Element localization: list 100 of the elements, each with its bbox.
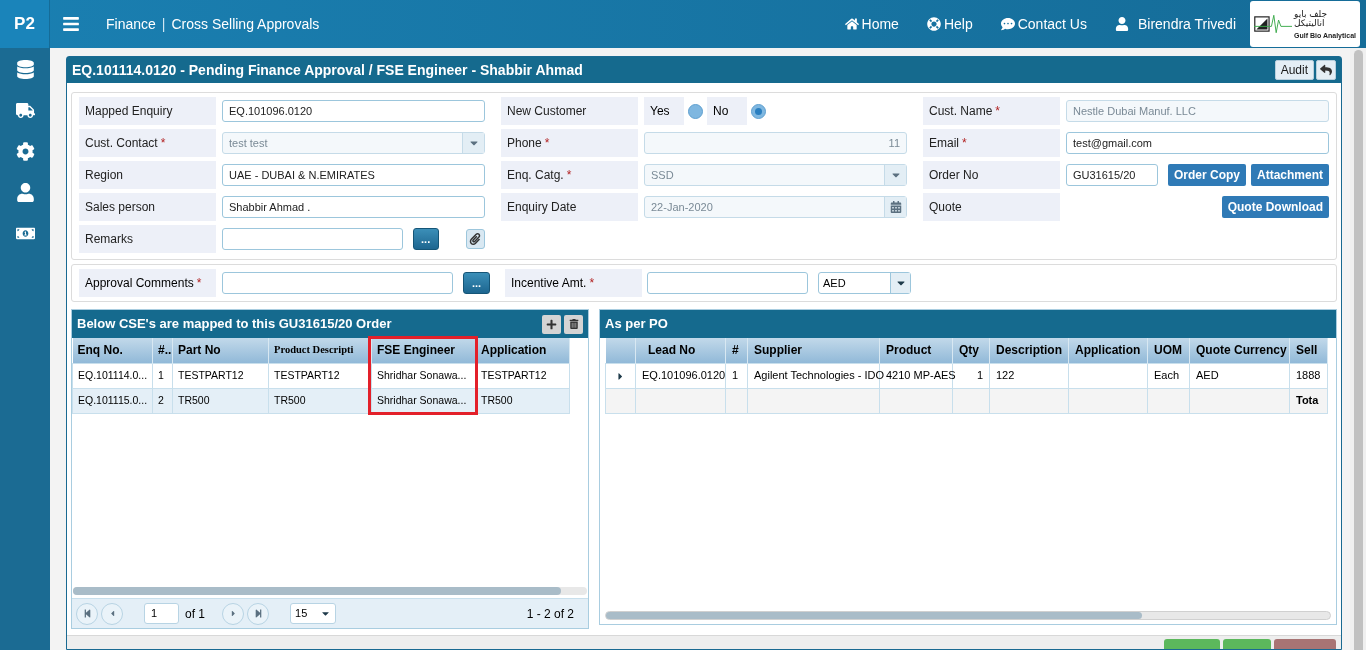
scrollbar[interactable]	[605, 611, 1331, 620]
page-scrollbar[interactable]	[1350, 48, 1366, 650]
more-button[interactable]: ...	[463, 272, 490, 294]
radio-button[interactable]	[688, 103, 703, 119]
field-label: Cust. Contact *	[79, 129, 216, 157]
action-button[interactable]: Quote Download	[1221, 196, 1329, 218]
brand-logo[interactable]: P2	[0, 0, 50, 48]
column-header[interactable]: Lead No	[635, 338, 726, 363]
audit-button[interactable]: Audit	[1274, 60, 1314, 80]
input-field[interactable]: Shabbir Ahmad .	[222, 196, 485, 218]
last-page-icon	[253, 609, 263, 618]
breadcrumb-separator: |	[161, 14, 166, 34]
column-header[interactable]: Qty	[952, 338, 990, 363]
field-label: New Customer	[501, 97, 638, 125]
table-cell: Shridhar Sonawa...	[371, 363, 476, 388]
table-cell: 1	[152, 363, 173, 388]
field-label: Enquiry Date	[501, 193, 638, 221]
home-icon	[844, 17, 859, 31]
field-label: Incentive Amt. *	[505, 269, 642, 297]
table-cell: 122	[989, 363, 1069, 388]
attach-button[interactable]	[465, 229, 485, 249]
input-field[interactable]: GU31615/20	[1066, 164, 1158, 186]
row-indicator[interactable]	[605, 388, 636, 413]
column-header[interactable]: Supplier	[747, 338, 880, 363]
page-count: of 1	[185, 605, 205, 623]
table-cell: 1	[725, 363, 748, 388]
table-cell: TR500	[268, 388, 372, 413]
action-button[interactable]: Attachment	[1251, 164, 1329, 186]
last-page-button[interactable]	[247, 602, 269, 625]
table-cell: TESTPART12	[475, 363, 570, 388]
field-label: Email *	[923, 129, 1060, 157]
table-cell: Tota	[1289, 388, 1328, 413]
first-page-button[interactable]	[76, 602, 98, 625]
column-header[interactable]: UOM	[1147, 338, 1190, 363]
first-page-icon	[82, 609, 92, 618]
table-cell: 1888	[1289, 363, 1328, 388]
user-icon	[1114, 17, 1129, 31]
table-cell: EQ.101114.0...	[72, 363, 153, 388]
paperclip-icon	[469, 233, 482, 245]
column-header[interactable]: Quote Currency	[1189, 338, 1290, 363]
input-field[interactable]: EQ.101096.0120	[222, 100, 485, 122]
page-input[interactable]: 1	[144, 603, 179, 624]
radio-button[interactable]	[751, 103, 766, 119]
panel-title: EQ.101114.0120 - Pending Finance Approval / FSE Engineer - Shabbir Ahmad	[72, 60, 584, 80]
calendar-icon	[889, 201, 902, 213]
currency-dropdown[interactable]: AED	[818, 272, 911, 294]
back-button[interactable]	[1316, 60, 1336, 80]
scrollbar[interactable]	[73, 587, 587, 595]
nav-link[interactable]: Birendra Trivedi	[1114, 13, 1236, 35]
table-cell: TR500	[475, 388, 570, 413]
column-header[interactable]: Description	[989, 338, 1069, 363]
delete-button[interactable]	[564, 314, 583, 334]
table-cell: EQ.101115.0...	[72, 388, 153, 413]
row-indicator[interactable]	[605, 363, 636, 388]
truck-icon[interactable]	[15, 101, 35, 120]
input-field[interactable]	[222, 272, 453, 294]
user-icon[interactable]	[15, 183, 35, 202]
column-header[interactable]: Application	[475, 338, 570, 363]
logo-arabic-text: جلف بايو اناليتيكل	[1294, 9, 1329, 28]
column-header[interactable]: Product	[879, 338, 953, 363]
column-header[interactable]: Part No	[172, 338, 269, 363]
field-label: Enq. Catg. *	[501, 161, 638, 189]
column-header[interactable]: Product Descripti	[268, 338, 372, 363]
add-button[interactable]	[542, 314, 561, 334]
column-header[interactable]: Application	[1068, 338, 1148, 363]
table-cell: EQ.101096.0120	[635, 363, 726, 388]
more-button[interactable]: ...	[412, 228, 439, 250]
settings-icon[interactable]	[15, 142, 35, 161]
column-header[interactable]: Sell	[1289, 338, 1328, 363]
breadcrumb-link[interactable]: Finance	[106, 13, 156, 35]
column-header[interactable]: #	[725, 338, 748, 363]
input-field[interactable]	[647, 272, 808, 294]
field-label: Phone *	[501, 129, 638, 157]
column-header[interactable]: FSE Engineer	[371, 338, 476, 363]
input-field[interactable]	[222, 228, 403, 250]
table-cell: 2	[152, 388, 173, 413]
page-size-dropdown[interactable]: 15	[290, 603, 336, 624]
input-field[interactable]: test@gmail.com	[1066, 132, 1329, 154]
page-title: Cross Selling Approvals	[171, 14, 320, 34]
database-icon[interactable]	[15, 60, 35, 79]
field-label: Cust. Name *	[923, 97, 1060, 125]
grid-title: As per PO	[605, 315, 668, 334]
field-label: Order No	[923, 161, 1060, 189]
nav-link[interactable]: Home	[844, 13, 899, 35]
action-button[interactable]: Order Copy	[1167, 164, 1246, 186]
option-label: No	[707, 97, 747, 125]
field-label: Approval Comments *	[79, 269, 216, 297]
nav-link[interactable]: Contact Us	[1000, 13, 1087, 35]
reply-icon	[1320, 64, 1332, 76]
table-cell: Each	[1147, 363, 1190, 388]
option-label: Yes	[644, 97, 684, 125]
help-icon	[926, 17, 941, 31]
nav-link[interactable]: Help	[926, 13, 973, 35]
input-field[interactable]: UAE - DUBAI & N.EMIRATES	[222, 164, 485, 186]
field-label: Sales person	[79, 193, 216, 221]
column-header[interactable]: #..	[152, 338, 173, 363]
table-row[interactable]: EQ.101114.0... 1 TESTPART12 TESTPART12 Shridhar Sonawa... TESTPART12	[72, 363, 570, 388]
column-header[interactable]: Enq No.	[72, 338, 153, 363]
field-label: Region	[79, 161, 216, 189]
page-summary: 1 - 2 of 2	[526, 605, 574, 623]
